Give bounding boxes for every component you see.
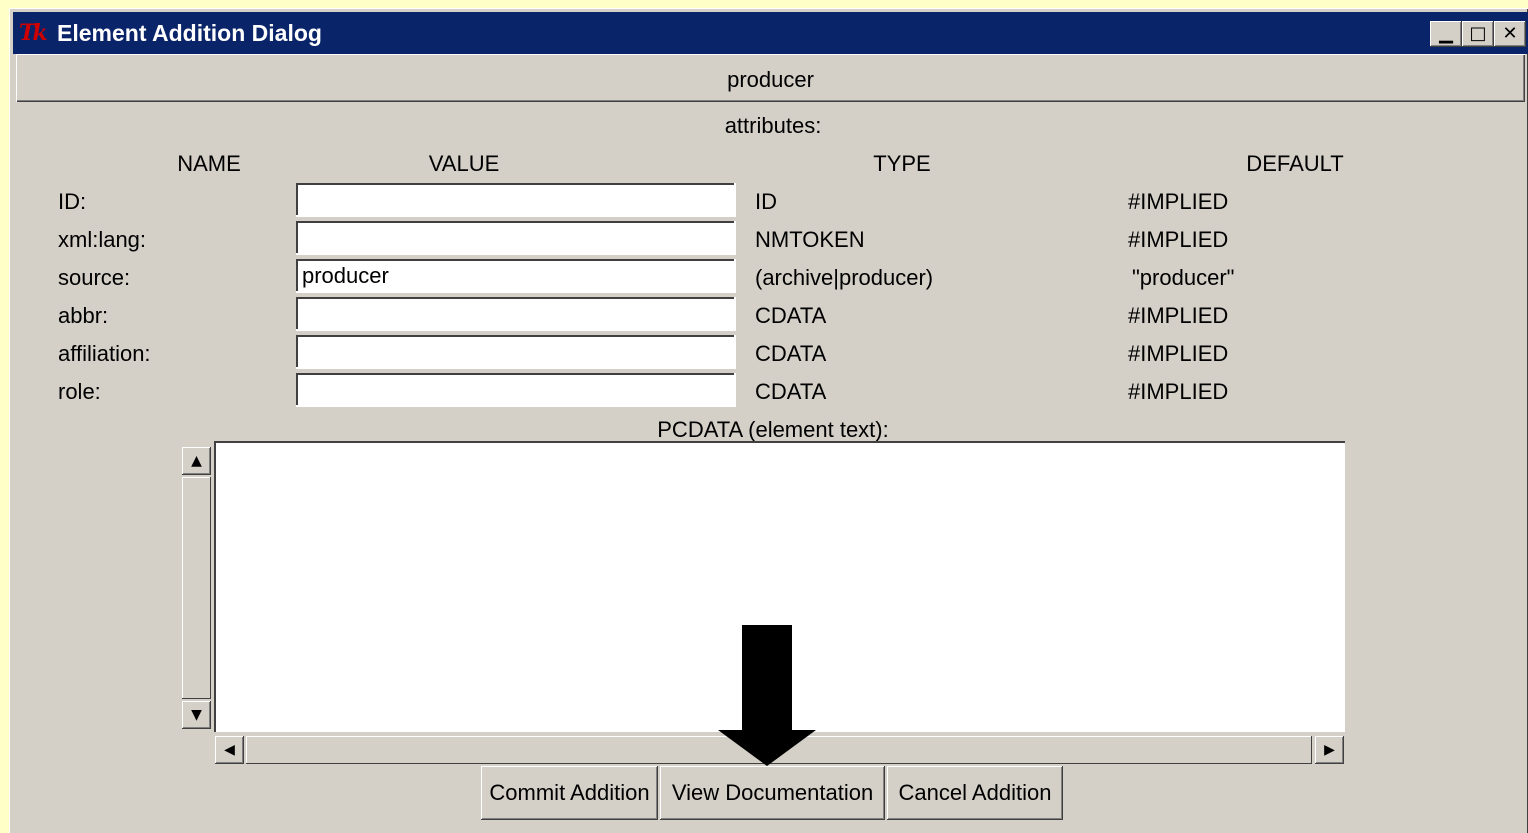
column-header-default: DEFAULT	[1246, 151, 1344, 176]
attribute-default: #IMPLIED	[1128, 341, 1229, 366]
scroll-right-arrow-icon[interactable]: ▶	[1315, 736, 1344, 764]
attribute-value-input[interactable]	[296, 221, 736, 255]
commit-addition-button[interactable]: Commit Addition	[481, 766, 658, 820]
pcdata-label: PCDATA (element text):	[657, 417, 889, 442]
element-name-header: producer	[16, 54, 1525, 102]
attribute-name: xml:lang:	[58, 227, 147, 252]
tk-logo-icon: Tk	[19, 20, 48, 46]
arrow-head	[718, 730, 816, 766]
column-header-value: VALUE	[428, 151, 500, 176]
attribute-name: ID:	[58, 189, 87, 214]
attribute-type: ID	[755, 189, 777, 214]
minimize-button[interactable]: ▁	[1430, 21, 1462, 47]
attribute-default: #IMPLIED	[1128, 379, 1229, 404]
attribute-value-input[interactable]	[296, 183, 736, 217]
view-documentation-button[interactable]: View Documentation	[660, 766, 885, 820]
attribute-value-input[interactable]	[296, 297, 736, 331]
attribute-default: #IMPLIED	[1128, 227, 1229, 252]
attribute-type: CDATA	[755, 303, 827, 328]
attribute-type: CDATA	[755, 341, 827, 366]
arrow-shaft	[742, 625, 792, 740]
column-header-type: TYPE	[873, 151, 931, 176]
attribute-type: CDATA	[755, 379, 827, 404]
attribute-value-input[interactable]	[296, 373, 736, 407]
attribute-default: "producer"	[1132, 265, 1235, 290]
vertical-scrollbar[interactable]: ▲ ▼	[181, 446, 212, 730]
attribute-value-input[interactable]: producer	[296, 259, 736, 293]
attribute-name: affiliation:	[58, 341, 151, 366]
scroll-up-arrow-icon[interactable]: ▲	[182, 447, 211, 475]
attribute-type: (archive|producer)	[755, 265, 934, 290]
attribute-default: #IMPLIED	[1128, 189, 1229, 214]
scroll-down-arrow-icon[interactable]: ▼	[182, 701, 211, 729]
vertical-scroll-thumb[interactable]	[182, 477, 211, 699]
window-title: Element Addition Dialog	[57, 20, 322, 46]
attribute-name: source:	[58, 265, 131, 290]
column-header-name: NAME	[177, 151, 241, 176]
attribute-default: #IMPLIED	[1128, 303, 1229, 328]
attribute-value-input[interactable]	[296, 335, 736, 369]
attributes-label: attributes:	[724, 113, 822, 138]
attribute-name: role:	[58, 379, 101, 404]
cancel-addition-button[interactable]: Cancel Addition	[887, 766, 1063, 820]
attribute-name: abbr:	[58, 303, 109, 328]
attribute-type: NMTOKEN	[755, 227, 865, 252]
title-bar[interactable]: Tk Element Addition Dialog ▁ □ ✕	[13, 12, 1528, 54]
scroll-left-arrow-icon[interactable]: ◀	[215, 736, 244, 764]
close-button[interactable]: ✕	[1494, 21, 1526, 47]
maximize-button[interactable]: □	[1462, 21, 1494, 47]
